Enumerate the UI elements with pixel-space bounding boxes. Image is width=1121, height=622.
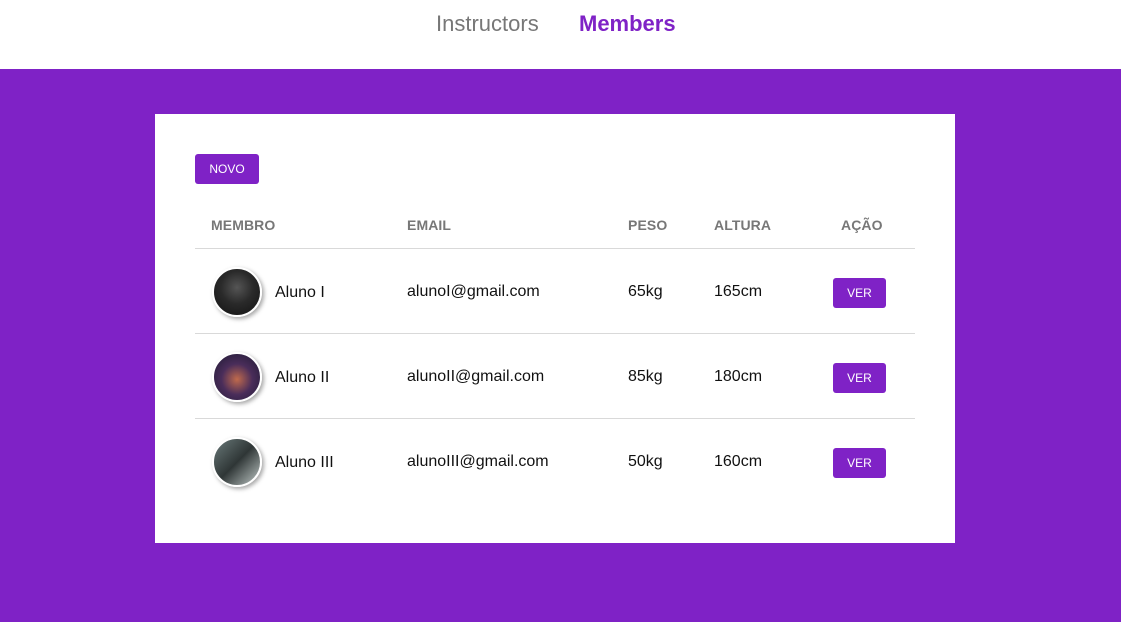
member-name: Aluno II <box>275 369 330 386</box>
table-row: Aluno I alunoI@gmail.com 65kg 165cm VER <box>195 249 915 334</box>
member-email: alunoI@gmail.com <box>407 283 540 300</box>
member-name: Aluno III <box>275 454 334 471</box>
column-header-weight: PESO <box>628 217 668 233</box>
view-member-button[interactable]: VER <box>833 363 886 393</box>
nav-link-members[interactable]: Members <box>579 10 676 38</box>
member-weight: 85kg <box>628 368 663 385</box>
column-header-member: MEMBRO <box>211 217 276 233</box>
member-weight: 50kg <box>628 453 663 470</box>
member-height: 180cm <box>714 368 763 385</box>
table-row: Aluno II alunoII@gmail.com 85kg 180cm VE… <box>195 334 915 419</box>
nav-link-instructors[interactable]: Instructors <box>436 10 539 38</box>
member-email: alunoIII@gmail.com <box>407 453 549 470</box>
table-row: Aluno III alunoIII@gmail.com 50kg 160cm … <box>195 419 915 504</box>
member-name: Aluno I <box>275 284 325 301</box>
avatar <box>212 352 262 402</box>
member-height: 165cm <box>714 283 763 300</box>
member-height: 160cm <box>714 453 763 470</box>
column-header-height: ALTURA <box>714 217 772 233</box>
member-email: alunoII@gmail.com <box>407 368 545 385</box>
column-header-action: AÇÃO <box>841 217 883 233</box>
column-header-email: EMAIL <box>407 217 452 233</box>
new-member-button[interactable]: NOVO <box>195 154 259 184</box>
view-member-button[interactable]: VER <box>833 278 886 308</box>
view-member-button[interactable]: VER <box>833 448 886 478</box>
top-nav: Instructors Members <box>0 0 1121 69</box>
avatar <box>212 267 262 317</box>
members-card: NOVO MEMBRO EMAIL PESO ALTURA AÇÃO Aluno… <box>155 114 955 543</box>
avatar <box>212 437 262 487</box>
member-weight: 65kg <box>628 283 663 300</box>
